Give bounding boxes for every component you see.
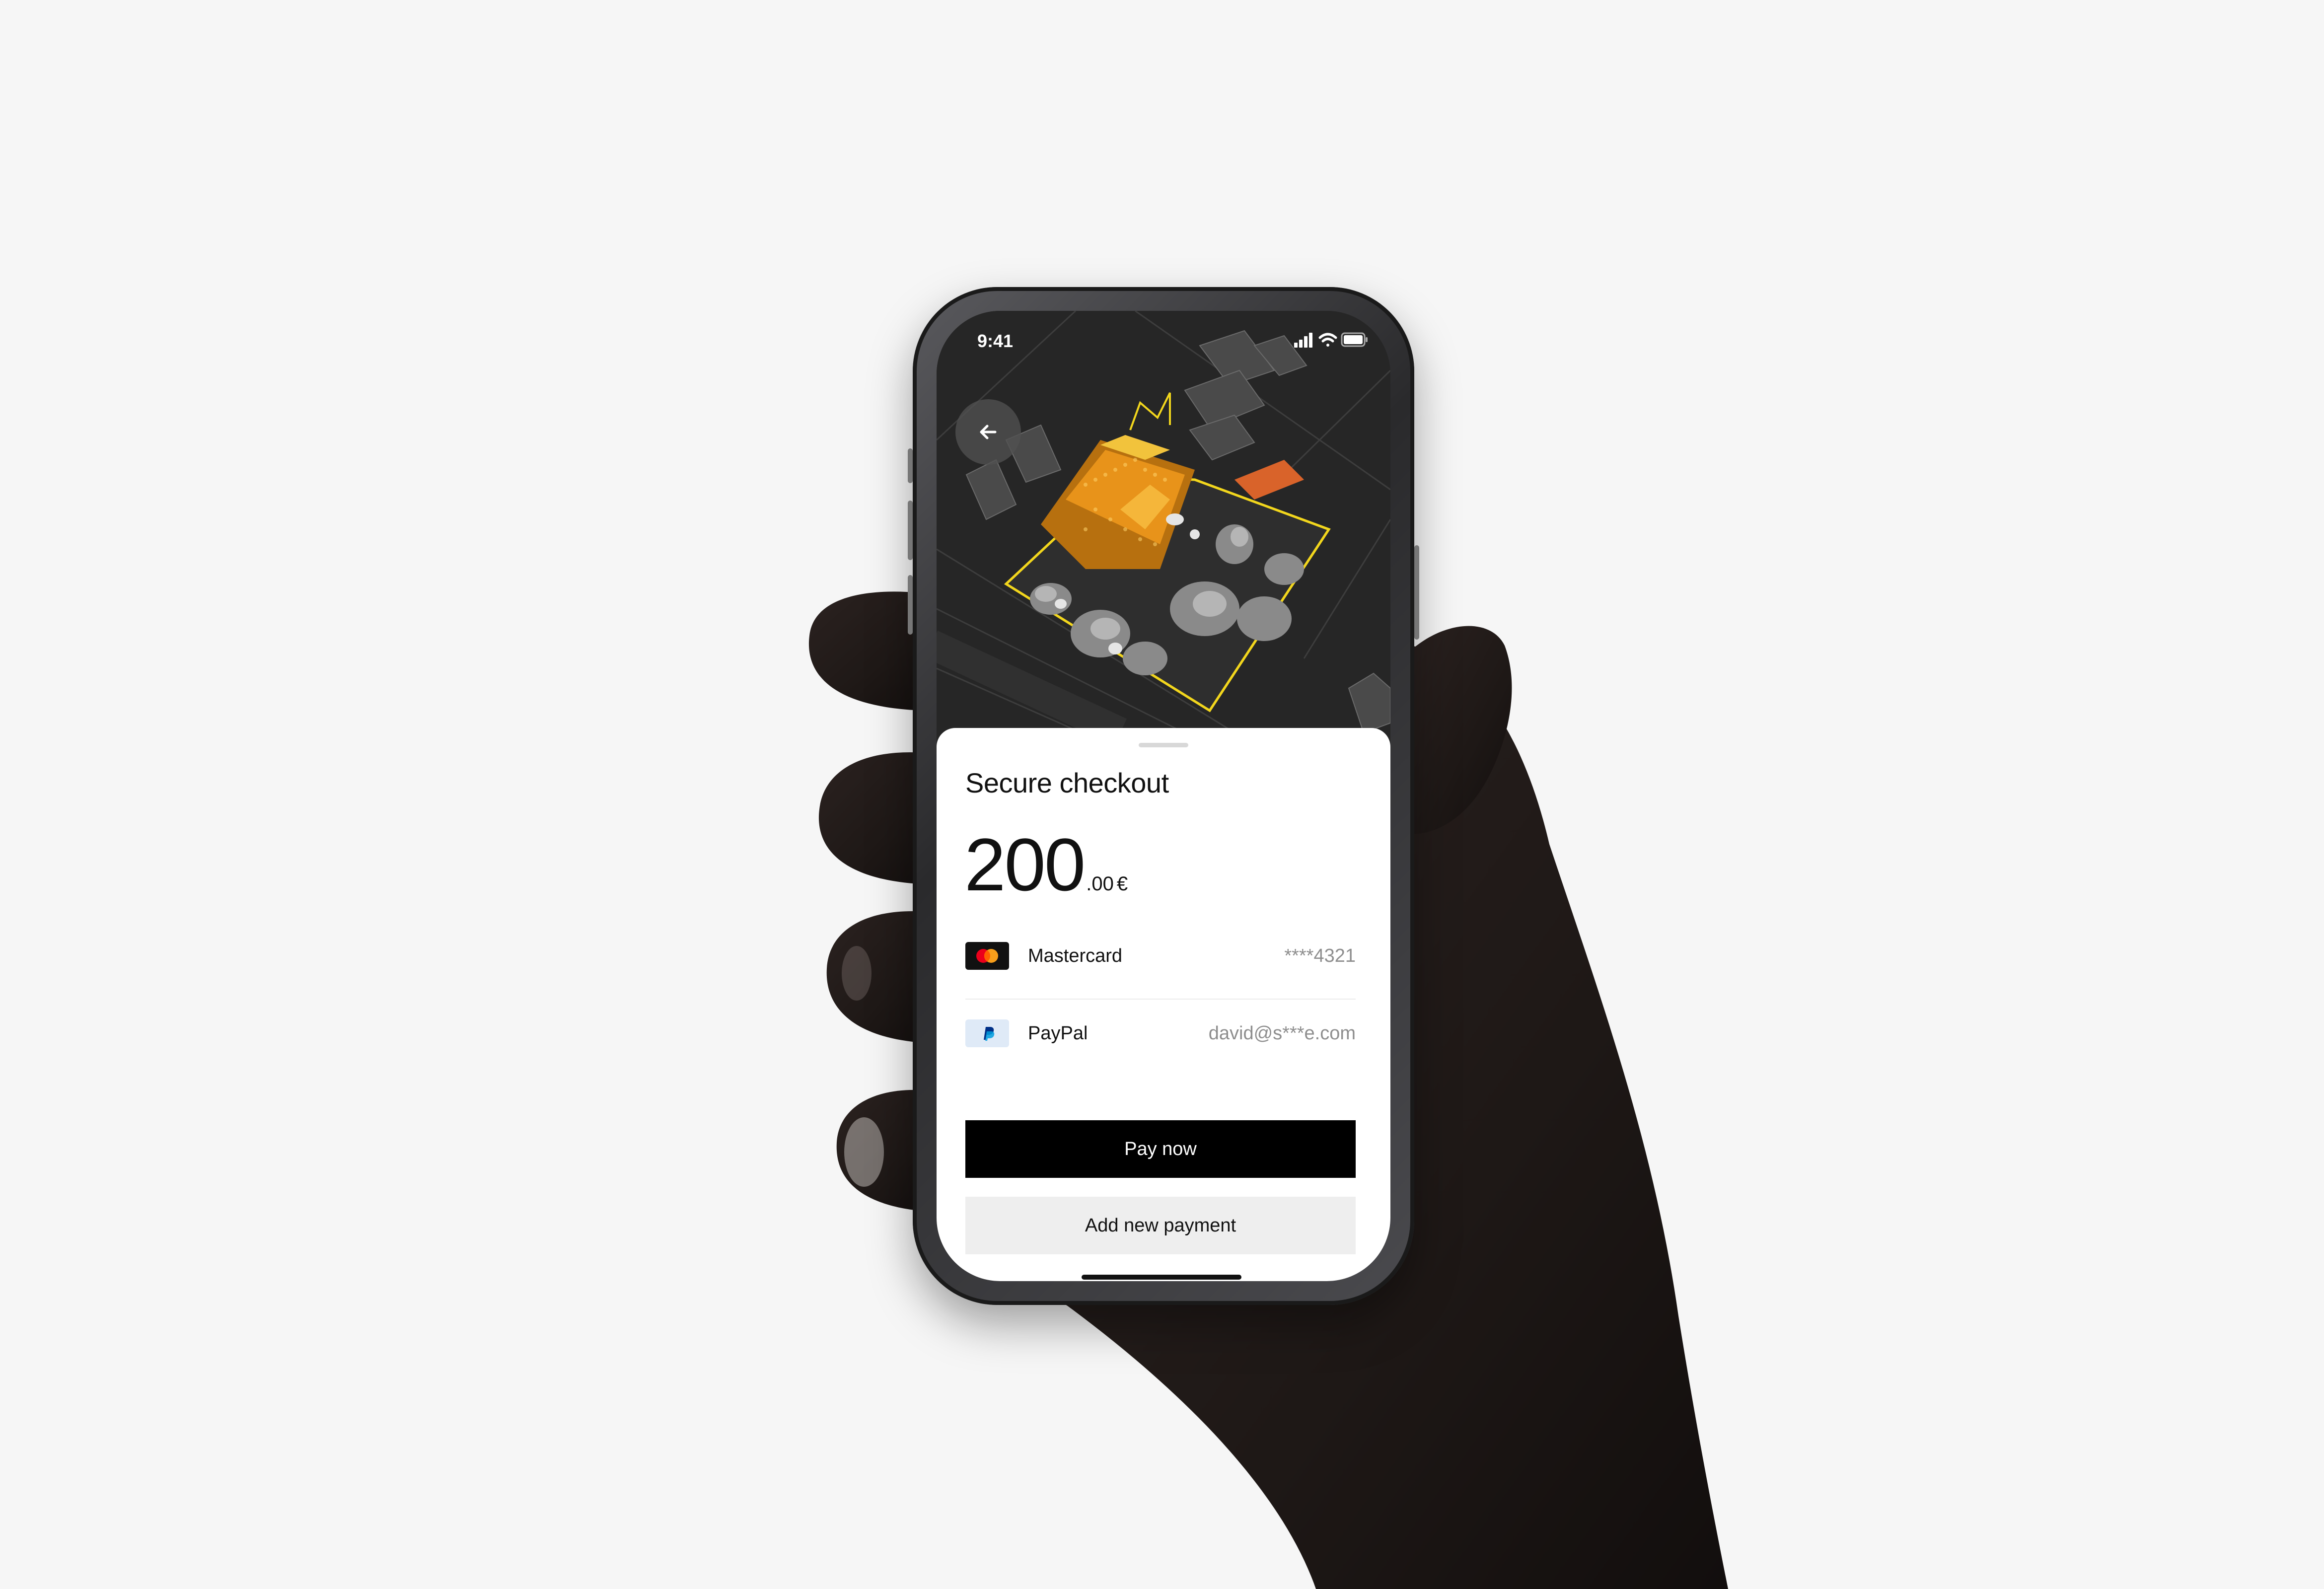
phone-screen: 9:41 Secure checkout 200 .00 € Mastercar…	[937, 311, 1390, 1281]
status-bar: 9:41	[937, 311, 1390, 365]
amount-display: 200.00 €	[964, 827, 1128, 902]
volume-button	[908, 501, 913, 560]
add-new-payment-button[interactable]: Add new payment	[965, 1197, 1356, 1254]
divider	[965, 999, 1356, 1000]
phone-device: 9:41 Secure checkout 200 .00 € Mastercar…	[908, 287, 1419, 1305]
volume-button	[908, 448, 913, 483]
volume-button	[908, 575, 913, 635]
payment-method-paypal[interactable]: PayPal david@s***e.com	[965, 1006, 1356, 1061]
back-button[interactable]	[955, 399, 1021, 465]
cellular-signal-icon	[1294, 333, 1312, 348]
sheet-title: Secure checkout	[965, 767, 1169, 798]
status-icons	[1294, 332, 1368, 348]
payment-method-mastercard[interactable]: Mastercard ****4321	[965, 929, 1356, 983]
arrow-left-icon	[980, 425, 997, 439]
point-cloud-map[interactable]	[937, 311, 1390, 748]
battery-icon	[1341, 332, 1368, 347]
payment-method-name: PayPal	[1028, 1022, 1088, 1044]
home-indicator[interactable]	[1082, 1275, 1241, 1280]
payment-method-name: Mastercard	[1028, 945, 1123, 966]
sheet-grabber[interactable]	[1139, 743, 1188, 747]
mastercard-icon	[965, 942, 1009, 970]
amount-minor: .00	[1086, 873, 1114, 895]
paypal-icon	[965, 1019, 1009, 1047]
power-button	[1414, 545, 1419, 640]
pay-now-button[interactable]: Pay now	[965, 1120, 1356, 1178]
amount-currency: €	[1116, 873, 1128, 895]
checkout-sheet: Secure checkout 200.00 € Mastercard ****4…	[937, 728, 1390, 1281]
amount-major: 200	[964, 823, 1086, 906]
status-time: 9:41	[977, 331, 1014, 351]
payment-method-detail: david@s***e.com	[1208, 1022, 1356, 1044]
wifi-icon	[1318, 333, 1337, 347]
payment-method-detail: ****4321	[1284, 945, 1356, 966]
